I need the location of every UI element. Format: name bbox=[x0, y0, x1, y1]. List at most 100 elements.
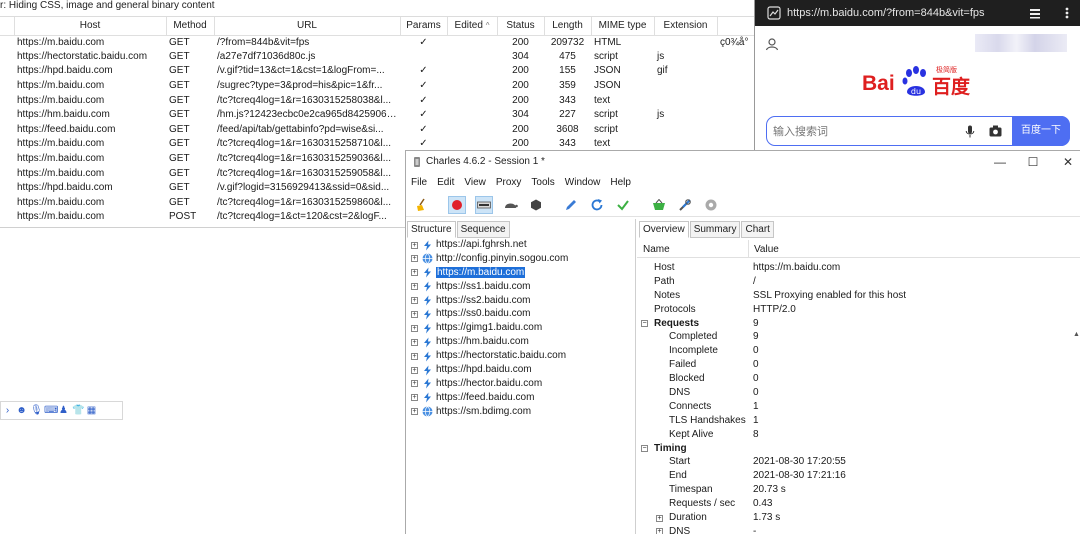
table-row[interactable]: https://hm.baidu.com GET/hm.js?12423ecbc0… bbox=[0, 108, 780, 123]
collapse-minus-icon[interactable]: − bbox=[641, 320, 648, 328]
overview-row[interactable]: − Timing bbox=[637, 442, 1075, 456]
expand-plus-icon[interactable]: + bbox=[656, 528, 663, 534]
header-extension[interactable]: Extension bbox=[654, 17, 718, 36]
overview-row[interactable]: + Duration 1.73 s bbox=[637, 511, 1075, 525]
expand-plus-icon[interactable]: + bbox=[411, 255, 418, 263]
close-button[interactable]: ✕ bbox=[1060, 154, 1076, 170]
table-row[interactable]: https://hpd.baidu.com GET/v.gif?tid=13&ct… bbox=[0, 64, 780, 79]
expand-plus-icon[interactable]: + bbox=[411, 366, 418, 374]
overview-row[interactable]: Requests / sec 0.43 bbox=[637, 497, 1075, 511]
validate-button[interactable] bbox=[614, 196, 632, 214]
header-edited[interactable]: Edited ^ bbox=[447, 17, 498, 36]
header-index[interactable] bbox=[0, 17, 15, 36]
expand-plus-icon[interactable]: + bbox=[411, 241, 418, 249]
header-host[interactable]: Host bbox=[14, 17, 167, 36]
tree-item[interactable]: + https://sm.bdimg.com bbox=[410, 405, 568, 419]
expand-plus-icon[interactable]: + bbox=[411, 324, 418, 332]
tree-item[interactable]: + https://ss1.baidu.com bbox=[410, 280, 568, 294]
record-button[interactable] bbox=[448, 196, 466, 214]
tree-item[interactable]: + https://api.fghrsh.net bbox=[410, 238, 568, 252]
tree-item[interactable]: + https://hm.baidu.com bbox=[410, 335, 568, 349]
scroll-up-icon[interactable]: ▲ bbox=[1073, 331, 1080, 339]
expand-plus-icon[interactable]: + bbox=[411, 269, 418, 277]
table-row[interactable]: https://m.baidu.com GET /?from=844b&vit=fp… bbox=[0, 35, 780, 50]
expand-plus-icon[interactable]: + bbox=[411, 352, 418, 360]
grid-icon[interactable]: ▦ bbox=[86, 405, 97, 416]
list-icon[interactable] bbox=[1028, 6, 1042, 20]
overview-row[interactable]: Connects 1 bbox=[637, 400, 1075, 414]
expand-plus-icon[interactable]: + bbox=[411, 283, 418, 291]
settings-button[interactable] bbox=[702, 196, 720, 214]
tree-item[interactable]: + https://m.baidu.com bbox=[410, 266, 568, 280]
table-row[interactable]: https://hectorstatic.baidu.com GET/a27e7d… bbox=[0, 50, 780, 65]
tree-item[interactable]: + https://hectorstatic.baidu.com bbox=[410, 349, 568, 363]
menu-window[interactable]: Window bbox=[560, 175, 606, 191]
header-mime-type[interactable]: MIME type bbox=[591, 17, 655, 36]
menu-proxy[interactable]: Proxy bbox=[491, 175, 527, 191]
tab-sequence[interactable]: Sequence bbox=[456, 221, 510, 238]
overview-row[interactable]: Failed 0 bbox=[637, 358, 1075, 372]
breakpoint-button[interactable] bbox=[527, 196, 545, 214]
tree-item[interactable]: + https://ss2.baidu.com bbox=[410, 294, 568, 308]
chevron-icon[interactable]: › bbox=[2, 405, 13, 416]
tab-structure[interactable]: Structure bbox=[407, 221, 456, 238]
overview-row[interactable]: Timespan 20.73 s bbox=[637, 483, 1075, 497]
expand-plus-icon[interactable]: + bbox=[411, 310, 418, 318]
emoji-icon[interactable]: ☻ bbox=[16, 405, 27, 416]
table-row[interactable]: https://feed.baidu.com GET/feed/api/tab/g… bbox=[0, 123, 780, 138]
overview-row[interactable]: DNS 0 bbox=[637, 386, 1075, 400]
user-avatar-icon[interactable] bbox=[765, 37, 779, 51]
overview-row[interactable]: TLS Handshakes 1 bbox=[637, 414, 1075, 428]
tree-item[interactable]: + https://hector.baidu.com bbox=[410, 377, 568, 391]
overview-row[interactable]: + DNS - bbox=[637, 525, 1075, 534]
microphone-icon[interactable] bbox=[965, 125, 975, 138]
search-button[interactable]: 百度一下 bbox=[1012, 115, 1070, 146]
overview-row[interactable]: Protocols HTTP/2.0 bbox=[637, 303, 1075, 317]
tab-chart[interactable]: Chart bbox=[741, 221, 774, 238]
minimize-button[interactable]: — bbox=[992, 154, 1008, 170]
header-name[interactable]: Name bbox=[643, 244, 670, 255]
tools-button[interactable] bbox=[676, 196, 694, 214]
menu-help[interactable]: Help bbox=[605, 175, 636, 191]
maximize-button[interactable]: ☐ bbox=[1025, 154, 1041, 170]
overview-row[interactable]: Host https://m.baidu.com bbox=[637, 261, 1075, 275]
tree-item[interactable]: + http://config.pinyin.sogou.com bbox=[410, 252, 568, 266]
user-icon[interactable]: ♟ bbox=[58, 405, 69, 416]
search-input[interactable] bbox=[773, 120, 953, 142]
menu-tools[interactable]: Tools bbox=[526, 175, 559, 191]
expand-plus-icon[interactable]: + bbox=[411, 394, 418, 402]
repeat-button[interactable] bbox=[588, 196, 606, 214]
header-status[interactable]: Status bbox=[497, 17, 545, 36]
phone-address-bar[interactable]: https://m.baidu.com/?from=844b&vit=fps bbox=[755, 0, 1080, 26]
overview-row[interactable]: Completed 9 bbox=[637, 330, 1075, 344]
table-row[interactable]: https://m.baidu.com GET/tc?tcreq4log=1&r=… bbox=[0, 93, 780, 108]
header-method[interactable]: Method bbox=[166, 17, 215, 36]
overview-row[interactable]: End 2021-08-30 17:21:16 bbox=[637, 469, 1075, 483]
menu-view[interactable]: View bbox=[459, 175, 491, 191]
tree-item[interactable]: + https://feed.baidu.com bbox=[410, 391, 568, 405]
keyboard-icon[interactable]: ⌨ bbox=[44, 405, 58, 416]
overview-row[interactable]: Incomplete 0 bbox=[637, 344, 1075, 358]
tab-overview[interactable]: Overview bbox=[639, 221, 689, 238]
menu-file[interactable]: File bbox=[406, 175, 432, 191]
shirt-icon[interactable]: 👕 bbox=[72, 405, 84, 416]
overview-row[interactable]: Blocked 0 bbox=[637, 372, 1075, 386]
title-bar[interactable]: Charles 4.6.2 - Session 1 * — ☐ ✕ bbox=[406, 151, 1080, 173]
expand-plus-icon[interactable]: + bbox=[411, 408, 418, 416]
tree-item[interactable]: + https://ss0.baidu.com bbox=[410, 307, 568, 321]
expand-plus-icon[interactable]: + bbox=[656, 514, 663, 522]
basket-button[interactable] bbox=[650, 196, 668, 214]
header-value[interactable]: Value bbox=[754, 244, 779, 255]
tree-item[interactable]: + https://hpd.baidu.com bbox=[410, 363, 568, 377]
collapse-minus-icon[interactable]: − bbox=[641, 445, 648, 453]
expand-plus-icon[interactable]: + bbox=[411, 338, 418, 346]
expand-plus-icon[interactable]: + bbox=[411, 380, 418, 388]
table-row[interactable]: https://m.baidu.com GET/sugrec?type=3&pro… bbox=[0, 79, 780, 94]
throttle-button[interactable] bbox=[475, 196, 493, 214]
header-url[interactable]: URL bbox=[214, 17, 401, 36]
overview-row[interactable]: Path / bbox=[637, 275, 1075, 289]
menu-edit[interactable]: Edit bbox=[432, 175, 459, 191]
header-divider[interactable] bbox=[748, 240, 749, 258]
tab-summary[interactable]: Summary bbox=[689, 221, 741, 238]
microphone-icon[interactable]: 🎙 bbox=[30, 405, 43, 416]
